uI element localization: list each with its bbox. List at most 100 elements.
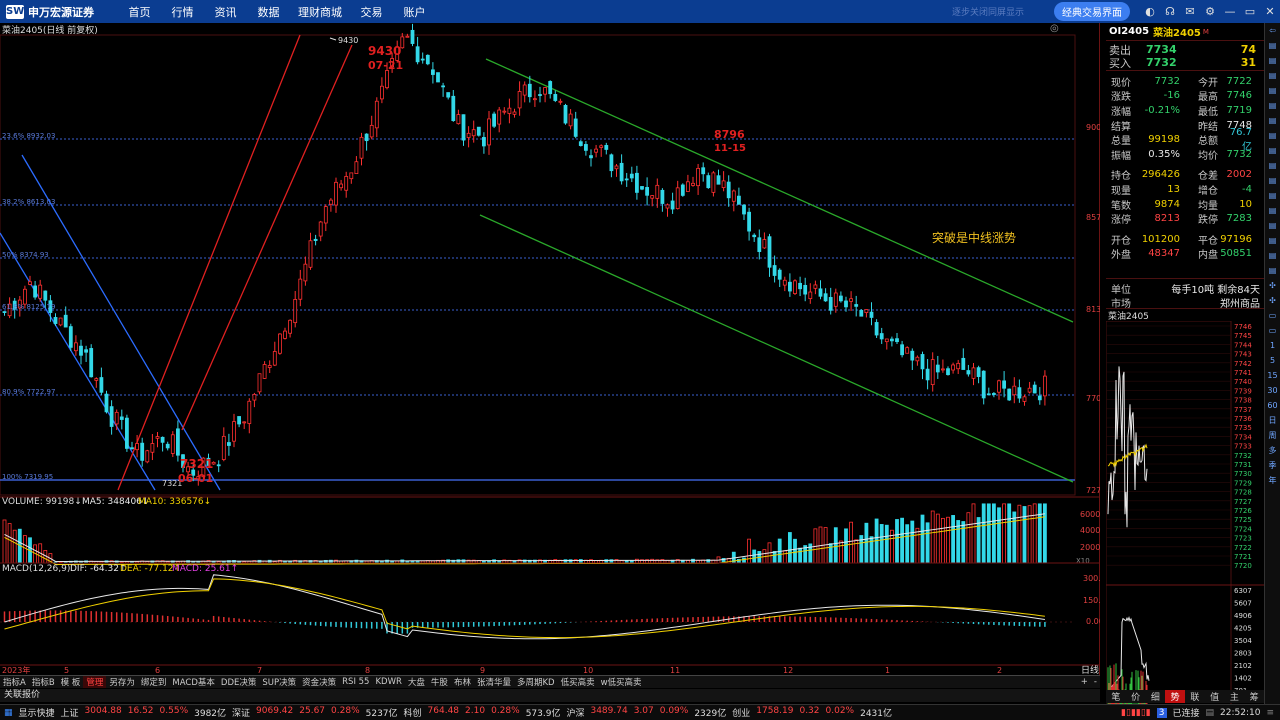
side-tool-icon[interactable]: 年 — [1265, 473, 1280, 488]
status-item: 9069.42 — [256, 706, 294, 716]
indicator-tab[interactable]: 低买高卖 — [558, 676, 598, 688]
indicator-tab[interactable]: SUP决策 — [259, 676, 299, 688]
indicator-tab[interactable]: 绑定到 — [138, 676, 170, 688]
side-tool-icon[interactable]: 60 — [1265, 398, 1280, 413]
indicator-tab[interactable]: 模 板 — [58, 676, 84, 688]
quote-row: 涨幅 -0.21% 最低 7719 — [1111, 103, 1264, 118]
side-tool-icon[interactable]: ▤ — [1265, 113, 1280, 128]
quote-tab[interactable]: 价 — [1126, 690, 1146, 703]
nav-trade[interactable]: 交易 — [350, 4, 393, 20]
side-tool-icon[interactable]: ▤ — [1265, 53, 1280, 68]
close-icon[interactable]: ✕ — [1260, 5, 1280, 18]
side-tool-icon[interactable]: ▤ — [1265, 263, 1280, 278]
maximize-icon[interactable]: ▭ — [1240, 5, 1260, 18]
side-tool-icon[interactable]: ▤ — [1265, 248, 1280, 263]
nav-data[interactable]: 数据 — [247, 4, 290, 20]
side-tool-icon[interactable]: 多 — [1265, 443, 1280, 458]
indicator-tab[interactable]: 指标B — [29, 676, 58, 688]
indicator-tab[interactable]: 张清华量 — [474, 676, 514, 688]
side-tool-icon[interactable]: ▤ — [1265, 203, 1280, 218]
side-tool-icon[interactable]: ▤ — [1265, 143, 1280, 158]
classic-trade-button[interactable]: 经典交易界面 — [1054, 2, 1130, 21]
indicator-tab[interactable]: 指标A — [0, 676, 29, 688]
side-tool-icon[interactable]: ▤ — [1265, 98, 1280, 113]
side-tool-icon[interactable]: ▤ — [1265, 68, 1280, 83]
nav-home[interactable]: 首页 — [118, 4, 161, 20]
menu-icon[interactable]: ≡ — [1266, 708, 1274, 718]
quote-tab[interactable]: 筹 — [1244, 690, 1264, 703]
candle-body — [1007, 388, 1012, 401]
indicator-tab[interactable]: RSI 55 — [339, 677, 372, 687]
settings-icon[interactable]: ⚙ — [1200, 5, 1220, 18]
side-tool-icon[interactable]: ▤ — [1265, 38, 1280, 53]
side-tool-icon[interactable]: ▭ — [1265, 323, 1280, 338]
side-tool-icon[interactable]: ▤ — [1265, 218, 1280, 233]
side-tool-icon[interactable]: ⇦ — [1265, 23, 1280, 38]
quote-tab[interactable]: 值 — [1205, 690, 1225, 703]
related-quote-bar[interactable]: 关联报价 — [0, 689, 1100, 702]
indicator-tab[interactable]: MACD基本 — [169, 676, 217, 688]
zoom-out-icon[interactable]: - — [1091, 677, 1100, 687]
shortcut-icon[interactable]: ▦ — [4, 708, 13, 718]
side-tool-icon[interactable]: ▤ — [1265, 83, 1280, 98]
candle-body — [691, 182, 695, 186]
indicator-tab[interactable]: w低买高卖 — [598, 676, 645, 688]
indicator-tab[interactable]: 另存为 — [106, 676, 138, 688]
headset-icon[interactable]: ☊ — [1160, 5, 1180, 18]
indicator-tab[interactable]: 管理 — [83, 676, 107, 688]
side-tool-icon[interactable]: ▤ — [1265, 173, 1280, 188]
side-tool-icon[interactable]: 日 — [1265, 413, 1280, 428]
side-tool-icon[interactable]: ▤ — [1265, 188, 1280, 203]
quote-tab[interactable]: 联 — [1185, 690, 1205, 703]
indicator-tab[interactable]: 多周期KD — [514, 676, 558, 688]
chart-area[interactable]: 9430 9430 07-21 7321 7321 06-01 8796 11-… — [0, 23, 1106, 676]
minimize-icon[interactable]: — — [1220, 5, 1240, 18]
nav-wealth-mall[interactable]: 理财商城 — [290, 4, 350, 20]
quote-tab[interactable]: 主 — [1225, 690, 1245, 703]
side-tool-icon[interactable]: ▤ — [1265, 158, 1280, 173]
nav-quotes[interactable]: 行情 — [161, 4, 204, 20]
green-channel-lower — [479, 214, 1074, 483]
period-label[interactable]: 日线 — [1081, 664, 1099, 676]
lock-icon[interactable]: ▤ — [1206, 708, 1215, 718]
mini-price-tick: 7735 — [1234, 424, 1252, 432]
chart-options-icon[interactable]: ◎ — [1050, 23, 1059, 34]
quote-tab[interactable]: 细 — [1146, 690, 1166, 703]
x-label-4: 8 — [365, 666, 370, 675]
side-tool-icon[interactable]: ▭ — [1265, 308, 1280, 323]
candle-body — [334, 181, 338, 206]
mail-icon[interactable]: ✉ — [1180, 5, 1200, 18]
side-tool-icon[interactable]: 周 — [1265, 428, 1280, 443]
nav-account[interactable]: 账户 — [393, 4, 436, 20]
indicator-tab[interactable]: 布林 — [451, 676, 474, 688]
side-tool-icon[interactable]: 30 — [1265, 383, 1280, 398]
nav-news[interactable]: 资讯 — [204, 4, 247, 20]
mini-intraday-chart[interactable]: 774677457744 77437742774177407739 77387737… — [1105, 320, 1264, 710]
candle-body — [833, 292, 838, 307]
status-item: 3982亿 — [194, 709, 227, 719]
fib-label-809: 80.9% 7722.97 — [2, 388, 55, 396]
indicator-tab[interactable]: 资金决策 — [299, 676, 339, 688]
indicator-tab[interactable]: DDE决策 — [218, 676, 259, 688]
indicator-tab[interactable]: KDWR — [372, 677, 404, 687]
side-tool-icon[interactable]: ▤ — [1265, 233, 1280, 248]
indicator-tab[interactable]: 牛股 — [428, 676, 451, 688]
fib-lines — [0, 138, 1075, 481]
side-tool-icon[interactable]: ✣ — [1265, 278, 1280, 293]
candle-body — [803, 284, 808, 295]
indicator-tab[interactable]: 大盘 — [405, 676, 428, 688]
candle-body — [237, 416, 242, 425]
status-item: 0.32 — [799, 706, 820, 716]
quote-tab[interactable]: 势 — [1165, 690, 1185, 703]
quote-value: -16 — [1163, 90, 1180, 102]
theme-icon[interactable]: ◐ — [1140, 5, 1160, 18]
side-tool-icon[interactable]: 15 — [1265, 368, 1280, 383]
top-bar: SW 申万宏源证券 首页 行情 资讯 数据 理财商城 交易 账户 逐步关闭同屏显示… — [0, 0, 1280, 23]
side-tool-icon[interactable]: 5 — [1265, 353, 1280, 368]
side-tool-icon[interactable]: ▤ — [1265, 128, 1280, 143]
side-tool-icon[interactable]: 季 — [1265, 458, 1280, 473]
quote-tab[interactable]: 笔 — [1106, 690, 1126, 703]
zoom-in-icon[interactable]: + — [1078, 677, 1091, 687]
side-tool-icon[interactable]: 1 — [1265, 338, 1280, 353]
side-tool-icon[interactable]: ✣ — [1265, 293, 1280, 308]
